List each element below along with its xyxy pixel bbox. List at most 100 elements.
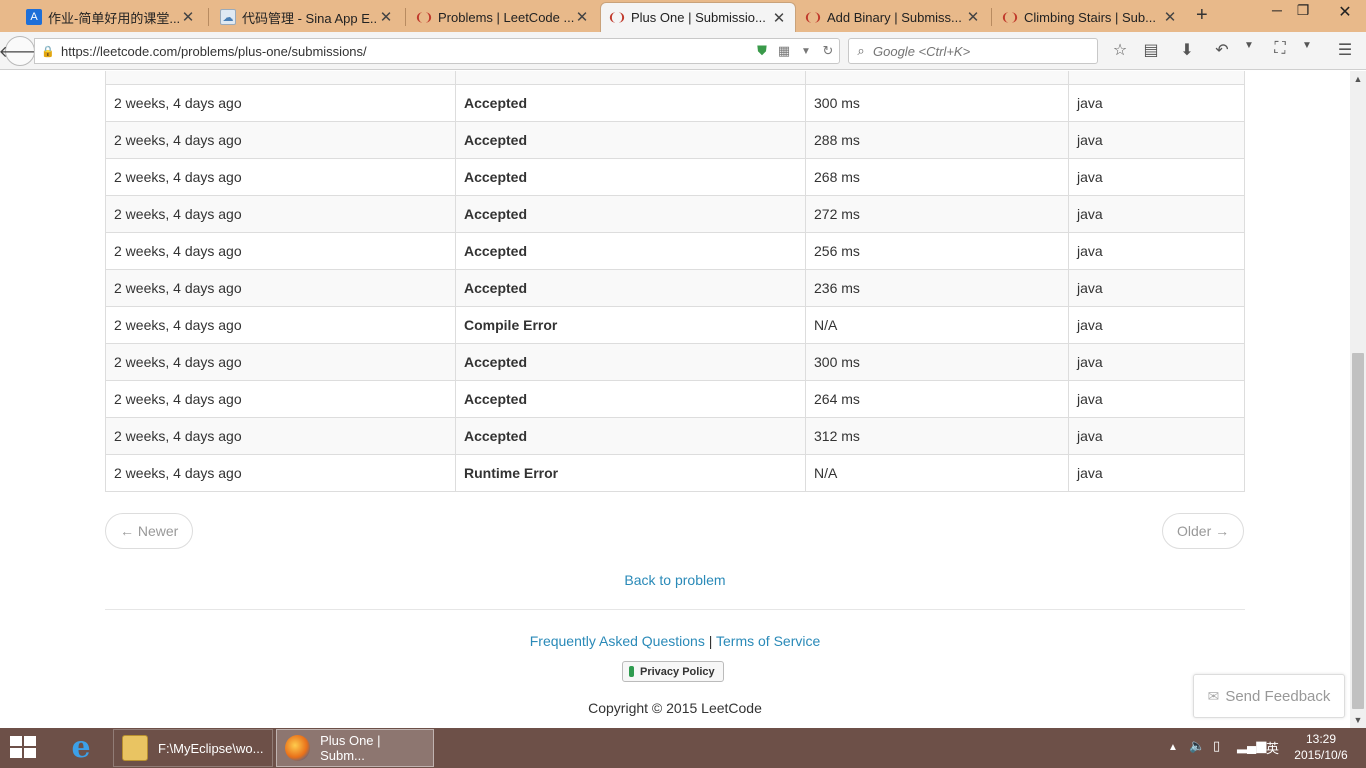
submission-status-cell[interactable]: Accepted xyxy=(455,417,806,455)
back-button[interactable]: 🡐 xyxy=(0,36,41,66)
newer-button[interactable]: ← Newer xyxy=(105,513,194,549)
browser-tab[interactable]: ❨❩ Problems | LeetCode ... ✕ xyxy=(408,2,598,32)
privacy-policy-button[interactable]: Privacy Policy xyxy=(622,661,724,682)
terms-link[interactable]: Terms of Service xyxy=(716,633,820,649)
page-content: 2 weeks, 4 days ago Accepted 300 ms java 2 w… xyxy=(0,71,1350,728)
submission-status-cell[interactable]: Compile Error xyxy=(455,306,806,344)
submission-language-cell: java xyxy=(1068,121,1245,159)
table-row: 2 weeks, 4 days ago Accepted 300 ms java xyxy=(105,343,1245,381)
submission-status-cell[interactable]: Accepted xyxy=(455,343,806,381)
folder-icon xyxy=(122,735,148,761)
submission-status-cell[interactable]: Accepted xyxy=(455,158,806,196)
envelope-icon: ✉ xyxy=(1207,687,1220,704)
table-row: 2 weeks, 4 days ago Accepted 288 ms java xyxy=(105,121,1245,159)
shield-icon[interactable]: ⛊ xyxy=(751,43,773,59)
address-bar[interactable]: 🔒 https://leetcode.com/problems/plus-one… xyxy=(34,38,840,64)
tab-title: Add Binary | Submiss... xyxy=(827,9,962,25)
submission-time-cell: 2 weeks, 4 days ago xyxy=(105,195,456,233)
volume-icon[interactable]: 🔈 xyxy=(1189,738,1205,754)
reload-icon[interactable]: ↻ xyxy=(817,43,839,59)
new-tab-plus-icon[interactable]: + xyxy=(1196,4,1208,27)
windows-taskbar: e F:\MyEclipse\wo... Plus One | Subm... … xyxy=(0,728,1366,768)
scroll-down-arrow-icon[interactable]: ▼ xyxy=(1350,712,1366,728)
restore-icon[interactable]: ❐ xyxy=(1288,2,1318,19)
browser-tab-active[interactable]: ❨❩ Plus One | Submissio... ✕ xyxy=(600,2,796,32)
menu-hamburger-icon[interactable]: ☰ xyxy=(1333,40,1357,60)
submission-status-cell[interactable]: Accepted xyxy=(455,380,806,418)
browser-tab[interactable]: ☁ 代码管理 - Sina App E... ✕ xyxy=(212,2,402,32)
browser-tab[interactable]: ❨❩ Climbing Stairs | Sub... ✕ xyxy=(994,2,1186,32)
lock-icon: 🔒 xyxy=(41,45,55,58)
table-row-partial xyxy=(105,71,1245,85)
table-row: 2 weeks, 4 days ago Accepted 264 ms java xyxy=(105,380,1245,418)
footer-links: Frequently Asked Questions | Terms of Se… xyxy=(0,633,1350,649)
screenshot-crop-icon[interactable]: ⛶ xyxy=(1268,40,1292,58)
table-row: 2 weeks, 4 days ago Compile Error N/A java xyxy=(105,306,1245,344)
browser-tab[interactable]: ❨❩ Add Binary | Submiss... ✕ xyxy=(797,2,989,32)
submission-runtime-cell: 268 ms xyxy=(805,158,1069,196)
show-hidden-icons-arrow-icon[interactable]: ▲ xyxy=(1168,742,1178,753)
search-input[interactable] xyxy=(873,43,1083,59)
submission-time-cell: 2 weeks, 4 days ago xyxy=(105,232,456,270)
submissions-table: 2 weeks, 4 days ago Accepted 300 ms java 2 w… xyxy=(105,71,1245,492)
browser-tab-strip: A 作业-简单好用的课堂... ✕ ☁ 代码管理 - Sina App E...… xyxy=(0,0,1366,32)
power-icon[interactable]: ▯ xyxy=(1213,738,1220,754)
download-icon[interactable]: ⬇ xyxy=(1175,40,1199,60)
windows-start-icon[interactable] xyxy=(10,736,38,760)
submission-runtime-cell: N/A xyxy=(805,454,1069,492)
tab-divider xyxy=(405,8,406,26)
qr-code-icon[interactable]: ▦ xyxy=(773,43,795,59)
table-row: 2 weeks, 4 days ago Accepted 300 ms java xyxy=(105,84,1245,122)
taskbar-item-firefox[interactable]: Plus One | Subm... xyxy=(276,729,434,767)
send-feedback-button[interactable]: ✉ Send Feedback xyxy=(1193,674,1345,718)
submission-status-cell[interactable]: Accepted xyxy=(455,269,806,307)
close-tab-icon[interactable]: ✕ xyxy=(574,8,590,26)
close-tab-icon[interactable]: ✕ xyxy=(1162,8,1178,26)
browser-tab[interactable]: A 作业-简单好用的课堂... ✕ xyxy=(18,2,204,32)
back-to-problem-link[interactable]: Back to problem xyxy=(0,572,1350,588)
scroll-up-arrow-icon[interactable]: ▲ xyxy=(1350,71,1366,87)
submission-runtime-cell: 236 ms xyxy=(805,269,1069,307)
internet-explorer-icon[interactable]: e xyxy=(64,732,98,764)
submission-status-cell[interactable]: Accepted xyxy=(455,232,806,270)
submission-runtime-cell: 300 ms xyxy=(805,84,1069,122)
leetcode-icon: ❨❩ xyxy=(607,12,627,24)
taskbar-item-explorer[interactable]: F:\MyEclipse\wo... xyxy=(113,729,273,767)
cloud-icon: ☁ xyxy=(220,9,236,25)
system-clock[interactable]: 13:29 2015/10/6 xyxy=(1288,731,1354,763)
dropdown-arrow-icon[interactable]: ▼ xyxy=(1237,40,1261,51)
dropdown-arrow-icon[interactable]: ▼ xyxy=(795,46,817,57)
scrollbar-thumb[interactable] xyxy=(1352,353,1364,709)
submission-time-cell: 2 weeks, 4 days ago xyxy=(105,454,456,492)
submission-time-cell: 2 weeks, 4 days ago xyxy=(105,380,456,418)
close-tab-icon[interactable]: ✕ xyxy=(378,8,394,26)
ime-indicator[interactable]: 英 xyxy=(1266,738,1279,757)
submission-status-cell[interactable]: Accepted xyxy=(455,195,806,233)
submission-language-cell xyxy=(1068,71,1245,85)
url-text[interactable]: https://leetcode.com/problems/plus-one/s… xyxy=(61,44,751,59)
submission-time-cell xyxy=(105,71,456,85)
submission-time-cell: 2 weeks, 4 days ago xyxy=(105,417,456,455)
network-signal-icon[interactable]: ▂▄▆ xyxy=(1237,738,1266,754)
dropdown-arrow-icon[interactable]: ▼ xyxy=(1295,40,1319,51)
faq-link[interactable]: Frequently Asked Questions xyxy=(530,633,705,649)
submission-language-cell: java xyxy=(1068,454,1245,492)
older-button[interactable]: Older → xyxy=(1162,513,1245,549)
bookmark-star-icon[interactable]: ☆ xyxy=(1108,40,1132,60)
submission-language-cell: java xyxy=(1068,232,1245,270)
copyright-text: Copyright © 2015 LeetCode xyxy=(588,700,762,716)
close-window-icon[interactable]: ✕ xyxy=(1330,2,1360,22)
close-tab-icon[interactable]: ✕ xyxy=(771,9,787,27)
reading-list-icon[interactable]: ▤ xyxy=(1139,40,1163,60)
submission-status-cell[interactable]: Accepted xyxy=(455,84,806,122)
close-tab-icon[interactable]: ✕ xyxy=(965,8,981,26)
submission-status-cell[interactable]: Runtime Error xyxy=(455,454,806,492)
search-bar[interactable]: ⌕ xyxy=(848,38,1098,64)
vertical-scrollbar[interactable]: ▲ ▼ xyxy=(1350,71,1366,728)
close-tab-icon[interactable]: ✕ xyxy=(180,8,196,26)
undo-icon[interactable]: ↶ xyxy=(1210,40,1234,60)
submission-language-cell: java xyxy=(1068,269,1245,307)
footer-divider xyxy=(105,609,1245,610)
submission-status-cell[interactable]: Accepted xyxy=(455,121,806,159)
table-row: 2 weeks, 4 days ago Accepted 272 ms java xyxy=(105,195,1245,233)
